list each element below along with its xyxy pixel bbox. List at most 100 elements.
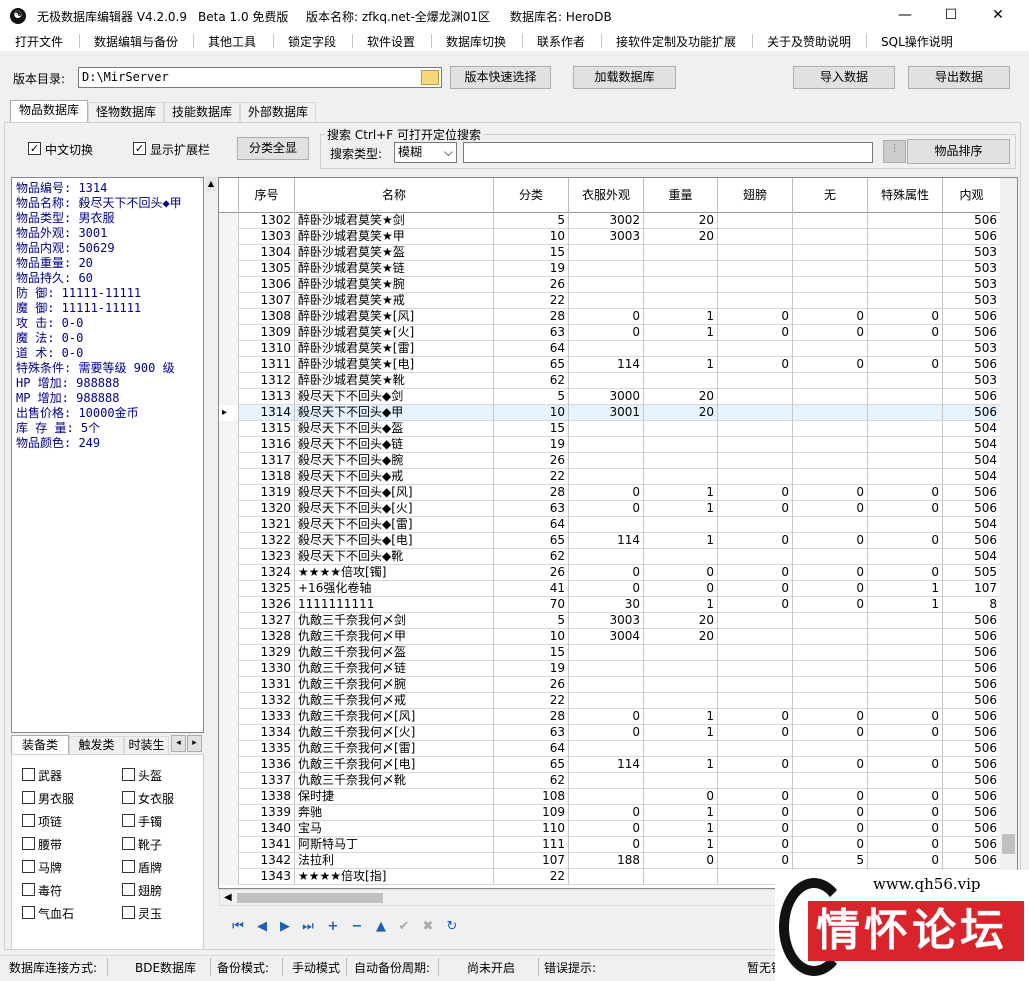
table-cell[interactable]: 0 (718, 821, 793, 837)
table-cell[interactable]: 醉卧沙城君莫笑★甲 (295, 229, 494, 245)
table-cell[interactable]: 3003 (569, 613, 644, 629)
table-cell[interactable]: 65 (494, 757, 569, 773)
table-cell[interactable] (868, 677, 943, 693)
menu-data-edit-backup[interactable]: 数据编辑与备份 (94, 33, 178, 50)
table-cell[interactable] (644, 741, 718, 757)
table-cell[interactable] (718, 469, 793, 485)
table-cell[interactable] (868, 277, 943, 293)
table-cell[interactable]: 1327 (239, 613, 295, 629)
table-cell[interactable]: 5 (494, 613, 569, 629)
table-cell[interactable]: 0 (793, 725, 868, 741)
table-cell[interactable] (644, 261, 718, 277)
table-cell[interactable]: 1309 (239, 325, 295, 341)
row-indicator[interactable] (219, 421, 239, 437)
row-indicator[interactable] (219, 709, 239, 725)
row-indicator[interactable] (219, 501, 239, 517)
table-cell[interactable]: 1316 (239, 437, 295, 453)
row-indicator[interactable] (219, 741, 239, 757)
table-cell[interactable]: 506 (943, 693, 1001, 709)
table-row[interactable]: 1320 殺尽天下不回头◆[火] 63 0 1 0 0 0 506 (219, 501, 1017, 517)
table-cell[interactable]: 0 (793, 709, 868, 725)
row-indicator[interactable] (219, 485, 239, 501)
menu-lock-fields[interactable]: 锁定字段 (288, 33, 336, 50)
table-cell[interactable]: 19 (494, 437, 569, 453)
table-cell[interactable]: 0 (868, 357, 943, 373)
table-cell[interactable]: 仇敵三千奈我何〆[电] (295, 757, 494, 773)
table-cell[interactable]: 醉卧沙城君莫笑★[电] (295, 357, 494, 373)
info-scrollbar[interactable]: ▲ (206, 177, 216, 733)
minimize-icon[interactable]: — (882, 0, 928, 31)
table-cell[interactable]: 醉卧沙城君莫笑★链 (295, 261, 494, 277)
table-cell[interactable] (793, 693, 868, 709)
table-cell[interactable]: 503 (943, 261, 1001, 277)
table-cell[interactable]: 殺尽天下不回头◆盔 (295, 421, 494, 437)
insert-record-icon[interactable]: + (325, 919, 341, 935)
table-cell[interactable]: 108 (494, 789, 569, 805)
table-cell[interactable]: 1307 (239, 293, 295, 309)
table-cell[interactable]: 0 (569, 485, 644, 501)
search-type-select[interactable]: 模糊 ⌵ (394, 142, 457, 163)
table-cell[interactable]: 0 (868, 821, 943, 837)
table-row[interactable]: 1317 殺尽天下不回头◆腕 26 504 (219, 453, 1017, 469)
table-row[interactable]: 1332 仇敵三千奈我何〆戒 22 506 (219, 693, 1017, 709)
table-cell[interactable]: 0 (718, 853, 793, 869)
table-cell[interactable]: 3004 (569, 629, 644, 645)
table-cell[interactable]: 10 (494, 629, 569, 645)
table-cell[interactable]: 114 (569, 533, 644, 549)
table-cell[interactable]: 20 (644, 213, 718, 229)
table-row[interactable]: 1341 阿斯特马丁 111 0 1 0 0 0 506 (219, 837, 1017, 853)
search-input[interactable] (463, 142, 873, 163)
table-cell[interactable]: 0 (569, 501, 644, 517)
table-cell[interactable] (569, 741, 644, 757)
table-cell[interactable] (793, 373, 868, 389)
table-cell[interactable]: 506 (943, 629, 1001, 645)
table-row[interactable]: 1306 醉卧沙城君莫笑★腕 26 503 (219, 277, 1017, 293)
table-cell[interactable] (718, 677, 793, 693)
category-checkbox[interactable] (22, 791, 35, 804)
table-cell[interactable]: 188 (569, 853, 644, 869)
table-cell[interactable]: 110 (494, 821, 569, 837)
table-cell[interactable] (868, 629, 943, 645)
table-cell[interactable] (569, 245, 644, 261)
table-cell[interactable]: 20 (644, 405, 718, 421)
table-cell[interactable] (644, 277, 718, 293)
table-cell[interactable]: 0 (868, 325, 943, 341)
table-cell[interactable]: 0 (718, 597, 793, 613)
table-cell[interactable]: 506 (943, 357, 1001, 373)
table-cell[interactable]: 0 (793, 581, 868, 597)
table-cell[interactable] (793, 341, 868, 357)
table-cell[interactable] (793, 517, 868, 533)
table-cell[interactable]: 20 (644, 629, 718, 645)
table-cell[interactable] (569, 421, 644, 437)
table-cell[interactable]: 506 (943, 485, 1001, 501)
table-cell[interactable]: 醉卧沙城君莫笑★[雷] (295, 341, 494, 357)
category-checkbox[interactable] (122, 814, 135, 827)
table-cell[interactable]: 0 (793, 501, 868, 517)
table-row[interactable]: 1313 殺尽天下不回头◆剑 5 3000 20 506 (219, 389, 1017, 405)
table-cell[interactable]: 1340 (239, 821, 295, 837)
table-cell[interactable]: 506 (943, 853, 1001, 869)
category-checkbox[interactable] (22, 860, 35, 873)
table-cell[interactable] (868, 261, 943, 277)
table-cell[interactable]: 1319 (239, 485, 295, 501)
table-cell[interactable]: 65 (494, 357, 569, 373)
table-cell[interactable]: 62 (494, 773, 569, 789)
row-indicator[interactable] (219, 869, 239, 885)
table-cell[interactable]: 506 (943, 645, 1001, 661)
table-cell[interactable] (644, 245, 718, 261)
table-cell[interactable]: 0 (793, 757, 868, 773)
table-cell[interactable]: 醉卧沙城君莫笑★盔 (295, 245, 494, 261)
row-indicator[interactable] (219, 549, 239, 565)
table-cell[interactable] (569, 469, 644, 485)
table-row[interactable]: 1307 醉卧沙城君莫笑★戒 22 503 (219, 293, 1017, 309)
table-cell[interactable]: 62 (494, 373, 569, 389)
table-cell[interactable]: 1 (644, 533, 718, 549)
table-cell[interactable]: 仇敵三千奈我何〆腕 (295, 677, 494, 693)
table-row[interactable]: 1329 仇敵三千奈我何〆盔 15 506 (219, 645, 1017, 661)
category-checkbox[interactable] (122, 883, 135, 896)
table-cell[interactable] (793, 389, 868, 405)
row-indicator[interactable] (219, 837, 239, 853)
table-cell[interactable] (718, 773, 793, 789)
table-cell[interactable]: 0 (569, 581, 644, 597)
row-indicator[interactable] (219, 357, 239, 373)
